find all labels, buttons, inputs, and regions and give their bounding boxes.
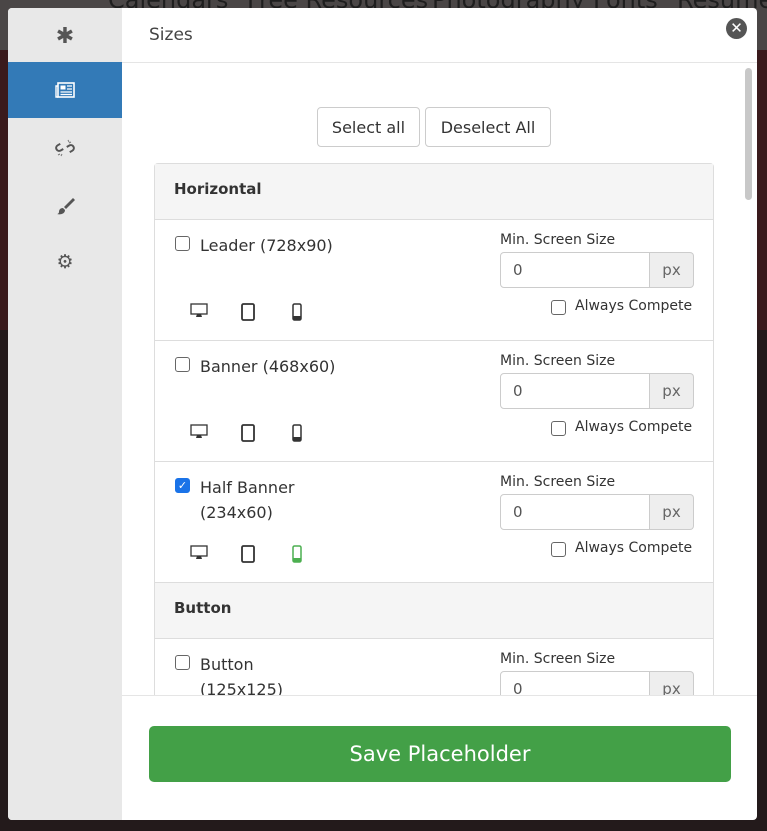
px-addon: px	[650, 373, 694, 409]
sidebar-item-settings[interactable]: ⚙	[8, 234, 122, 290]
modal-header: Sizes	[122, 8, 757, 63]
newspaper-icon	[55, 82, 75, 98]
size-checkbox[interactable]	[175, 357, 190, 372]
px-addon: px	[650, 671, 694, 695]
unlink-icon	[55, 139, 75, 157]
scrollbar[interactable]	[745, 68, 752, 200]
tablet-icon[interactable]	[241, 303, 255, 321]
sidebar-item-sizes[interactable]	[8, 62, 122, 118]
group-header: Button	[155, 583, 713, 639]
min-screen-size-label: Min. Screen Size	[500, 651, 616, 667]
group-header: Horizontal	[155, 164, 713, 220]
always-compete-checkbox[interactable]	[551, 421, 566, 436]
always-compete-label: Always Compete	[575, 540, 693, 556]
size-label: Button (125x125)	[200, 655, 284, 695]
deselect-all-button[interactable]: Deselect All	[425, 107, 551, 147]
sizes-modal: ✱ ⚙ Sizes ✕ Select all Deselect All Hori…	[8, 8, 757, 820]
always-compete-checkbox[interactable]	[551, 300, 566, 315]
always-compete-checkbox[interactable]	[551, 542, 566, 557]
min-screen-size-input[interactable]	[500, 494, 650, 530]
desktop-icon[interactable]	[190, 545, 208, 561]
size-label: Half Banner (234x60)	[200, 478, 295, 522]
close-icon[interactable]: ✕	[726, 18, 747, 39]
gear-icon: ⚙	[56, 251, 74, 273]
size-row: Banner (468x60) Min. Screen Size px Alwa…	[155, 341, 713, 462]
min-screen-size-input[interactable]	[500, 252, 650, 288]
desktop-icon[interactable]	[190, 424, 208, 440]
min-screen-size-input[interactable]	[500, 671, 650, 695]
modal-footer: Save Placeholder	[122, 695, 757, 820]
save-placeholder-button[interactable]: Save Placeholder	[149, 726, 731, 782]
size-checkbox[interactable]	[175, 655, 190, 670]
modal-title: Sizes	[149, 25, 193, 45]
sidebar: ✱ ⚙	[8, 8, 122, 820]
always-compete-label: Always Compete	[575, 298, 693, 314]
always-compete-label: Always Compete	[575, 419, 693, 435]
select-all-button[interactable]: Select all	[317, 107, 420, 147]
min-screen-size-label: Min. Screen Size	[500, 232, 616, 248]
mobile-icon[interactable]	[292, 424, 302, 442]
px-addon: px	[650, 494, 694, 530]
min-screen-size-input[interactable]	[500, 373, 650, 409]
sizes-panel: Horizontal Leader (728x90) Min. Screen S…	[154, 163, 714, 695]
mobile-icon[interactable]	[292, 303, 302, 321]
size-checkbox[interactable]: ✓	[175, 478, 190, 493]
asterisk-icon: ✱	[55, 23, 75, 49]
tablet-icon[interactable]	[241, 545, 255, 563]
size-row: ✓ Half Banner (234x60) Min. Screen Size …	[155, 462, 713, 583]
sidebar-item-general[interactable]: ✱	[8, 8, 122, 64]
desktop-icon[interactable]	[190, 303, 208, 319]
min-screen-size-label: Min. Screen Size	[500, 353, 616, 369]
sizes-content: Select all Deselect All Horizontal Leade…	[122, 64, 757, 695]
min-screen-size-label: Min. Screen Size	[500, 474, 616, 490]
size-checkbox[interactable]	[175, 236, 190, 251]
size-row: Leader (728x90) Min. Screen Size px Alwa…	[155, 220, 713, 341]
sidebar-item-links[interactable]	[8, 120, 122, 176]
tablet-icon[interactable]	[241, 424, 255, 442]
size-label: Leader (728x90)	[200, 236, 333, 255]
sidebar-item-style[interactable]	[8, 178, 122, 234]
px-addon: px	[650, 252, 694, 288]
mobile-icon[interactable]	[292, 545, 302, 563]
size-label: Banner (468x60)	[200, 357, 336, 376]
paintbrush-icon	[57, 198, 75, 215]
size-row: Button (125x125) Min. Screen Size px	[155, 639, 713, 695]
